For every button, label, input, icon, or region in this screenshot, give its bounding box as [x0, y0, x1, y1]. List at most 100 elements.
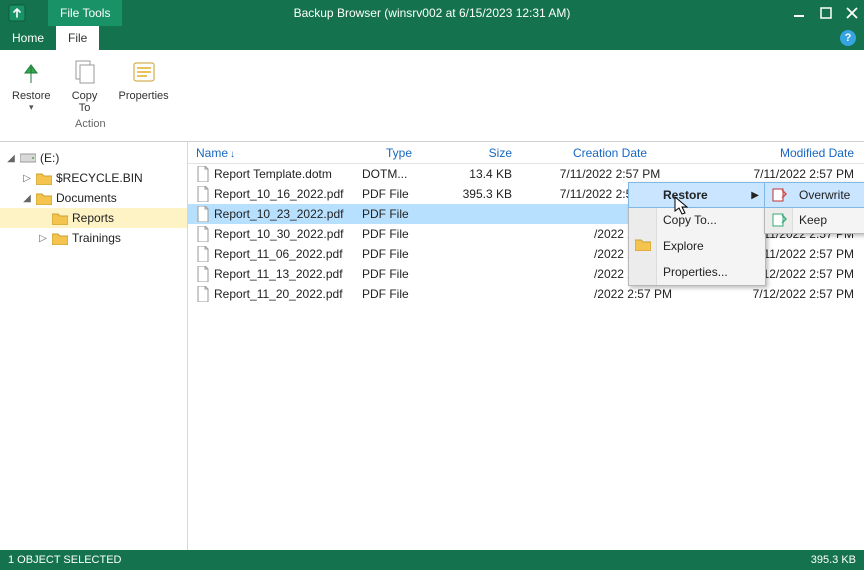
- menu-explore[interactable]: Explore: [629, 233, 765, 259]
- menu-label: Properties...: [663, 265, 728, 279]
- file-icon: [196, 286, 210, 302]
- maximize-button[interactable]: [820, 7, 832, 19]
- window-controls: [794, 0, 858, 26]
- status-bar: 1 OBJECT SELECTED 395.3 KB: [0, 550, 864, 570]
- file-icon: [196, 266, 210, 282]
- folder-icon: [52, 212, 68, 225]
- restore-submenu[interactable]: Overwrite Keep: [764, 182, 864, 234]
- submenu-keep[interactable]: Keep: [765, 207, 864, 233]
- file-type: PDF File: [362, 287, 436, 301]
- file-row[interactable]: Report Template.dotm DOTM...13.4 KB7/11/2…: [188, 164, 864, 184]
- keep-icon: [771, 212, 787, 228]
- expand-icon[interactable]: ▷: [22, 173, 32, 184]
- submenu-overwrite[interactable]: Overwrite: [764, 182, 864, 208]
- file-size: 13.4 KB: [436, 167, 530, 181]
- window-title: Backup Browser (winsrv002 at 6/15/2023 1…: [0, 6, 864, 20]
- file-creation-date: /2022 2:57 PM: [530, 287, 690, 301]
- menu-properties[interactable]: Properties...: [629, 259, 765, 285]
- collapse-icon[interactable]: ◢: [6, 153, 16, 164]
- close-button[interactable]: [846, 7, 858, 19]
- file-type: PDF File: [362, 207, 436, 221]
- folder-icon: [36, 172, 52, 185]
- menu-copy-to[interactable]: Copy To...: [629, 207, 765, 233]
- tree-label: Documents: [56, 191, 117, 205]
- col-size[interactable]: Size: [436, 146, 530, 160]
- menu-label: Keep: [799, 213, 827, 227]
- col-modified-date[interactable]: Modified Date: [690, 146, 864, 160]
- file-name: Report_11_13_2022.pdf: [214, 267, 343, 281]
- col-name[interactable]: Name↓: [192, 146, 362, 160]
- ribbon: Restore ▾ Copy To Properties Action: [0, 50, 864, 142]
- ribbon-tabs: Home File: [0, 26, 864, 50]
- help-button[interactable]: ?: [840, 30, 856, 46]
- status-left: 1 OBJECT SELECTED: [8, 554, 122, 566]
- context-menu[interactable]: Restore ▶ Copy To... Explore Properties.…: [628, 182, 766, 286]
- file-icon: [196, 246, 210, 262]
- tab-home[interactable]: Home: [0, 26, 56, 50]
- file-icon: [196, 206, 210, 222]
- ribbon-group-action: Restore ▾ Copy To Properties Action: [0, 50, 181, 141]
- tab-file[interactable]: File: [56, 26, 99, 50]
- collapse-icon[interactable]: ◢: [22, 193, 32, 204]
- file-list-header[interactable]: Name↓ Type Size Creation Date Modified D…: [188, 142, 864, 164]
- app-icon: [6, 2, 28, 24]
- tree-recycle[interactable]: ▷ $RECYCLE.BIN: [0, 168, 187, 188]
- ribbon-label: Restore: [12, 90, 51, 102]
- main-area: ◢ (E:) ▷ $RECYCLE.BIN ◢ Documents Report…: [0, 142, 864, 550]
- file-size: 395.3 KB: [436, 187, 530, 201]
- menu-label: Overwrite: [799, 188, 850, 202]
- tree-label: (E:): [40, 151, 59, 165]
- status-right: 395.3 KB: [811, 554, 856, 566]
- dropdown-arrow-icon: ▾: [29, 102, 34, 113]
- menu-label: Explore: [663, 239, 704, 253]
- tree-label: Trainings: [72, 231, 121, 245]
- contextual-tab[interactable]: File Tools: [48, 0, 122, 26]
- ribbon-label: Copy To: [72, 90, 98, 114]
- file-name: Report_10_30_2022.pdf: [214, 227, 343, 241]
- menu-restore[interactable]: Restore ▶: [628, 182, 766, 208]
- file-name: Report Template.dotm: [214, 167, 332, 181]
- menu-label: Copy To...: [663, 213, 717, 227]
- restore-icon: [15, 56, 47, 88]
- tree-label: Reports: [72, 211, 114, 225]
- tree-reports[interactable]: Reports: [0, 208, 187, 228]
- submenu-arrow-icon: ▶: [751, 190, 759, 201]
- col-creation-date[interactable]: Creation Date: [530, 146, 690, 160]
- file-type: PDF File: [362, 227, 436, 241]
- ribbon-group-label: Action: [75, 118, 106, 130]
- file-modified-date: 7/12/2022 2:57 PM: [690, 287, 864, 301]
- overwrite-icon: [771, 187, 787, 203]
- file-icon: [196, 166, 210, 182]
- drive-icon: [20, 152, 36, 164]
- folder-icon: [635, 238, 651, 254]
- ribbon-copyto-button[interactable]: Copy To: [63, 54, 107, 116]
- tree-label: $RECYCLE.BIN: [56, 171, 143, 185]
- file-name: Report_10_16_2022.pdf: [214, 187, 343, 201]
- expand-icon[interactable]: ▷: [38, 233, 48, 244]
- tree-documents[interactable]: ◢ Documents: [0, 188, 187, 208]
- file-row[interactable]: Report_11_20_2022.pdf PDF File/2022 2:57 …: [188, 284, 864, 304]
- copy-icon: [69, 56, 101, 88]
- file-type: PDF File: [362, 187, 436, 201]
- file-type: DOTM...: [362, 167, 436, 181]
- file-name: Report_11_20_2022.pdf: [214, 287, 343, 301]
- menu-label: Restore: [663, 188, 708, 202]
- title-bar: File Tools Backup Browser (winsrv002 at …: [0, 0, 864, 26]
- folder-tree[interactable]: ◢ (E:) ▷ $RECYCLE.BIN ◢ Documents Report…: [0, 142, 188, 550]
- ribbon-restore-button[interactable]: Restore ▾: [8, 54, 55, 116]
- sort-arrow-icon: ↓: [230, 149, 235, 160]
- file-type: PDF File: [362, 247, 436, 261]
- ribbon-properties-button[interactable]: Properties: [115, 54, 173, 116]
- file-name: Report_11_06_2022.pdf: [214, 247, 343, 261]
- tree-drive[interactable]: ◢ (E:): [0, 148, 187, 168]
- file-type: PDF File: [362, 267, 436, 281]
- col-type[interactable]: Type: [362, 146, 436, 160]
- file-icon: [196, 186, 210, 202]
- file-creation-date: 7/11/2022 2:57 PM: [530, 167, 690, 181]
- file-name: Report_10_23_2022.pdf: [214, 207, 343, 221]
- folder-icon: [52, 232, 68, 245]
- file-list[interactable]: Name↓ Type Size Creation Date Modified D…: [188, 142, 864, 550]
- ribbon-label: Properties: [119, 90, 169, 102]
- minimize-button[interactable]: [794, 7, 806, 19]
- tree-trainings[interactable]: ▷ Trainings: [0, 228, 187, 248]
